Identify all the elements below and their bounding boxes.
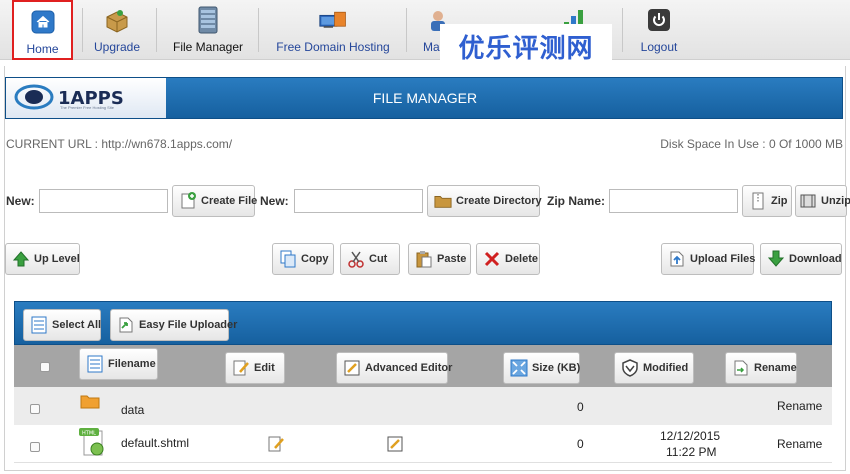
column-filename[interactable]: Filename <box>79 348 158 380</box>
filename-link[interactable]: data <box>121 403 144 417</box>
file-table-toolbar: Select All Easy File Uploader <box>14 301 832 345</box>
paste-clipboard-icon <box>415 250 433 268</box>
nav-divider <box>156 8 157 52</box>
rename-link[interactable]: Rename <box>777 399 822 413</box>
column-modified[interactable]: Modified <box>614 352 694 384</box>
nav-home[interactable]: Home <box>12 0 73 60</box>
nav-upgrade[interactable]: Upgrade <box>86 0 148 60</box>
column-edit[interactable]: Edit <box>225 352 285 384</box>
download-button[interactable]: Download <box>760 243 842 275</box>
new-directory-label: New: <box>260 194 289 208</box>
nav-free-domain-hosting[interactable]: Free Domain Hosting <box>270 0 396 60</box>
delete-x-icon <box>483 250 501 268</box>
scissors-icon <box>347 250 365 268</box>
folder-icon <box>434 192 452 210</box>
top-navigation: Home Upgrade File Manager Free Domain Ho… <box>0 0 850 60</box>
easy-file-uploader-button[interactable]: Easy File Uploader <box>110 309 237 341</box>
filename-link[interactable]: default.shtml <box>121 436 189 450</box>
row-checkbox[interactable] <box>30 442 40 452</box>
delete-button[interactable]: Delete <box>476 243 540 275</box>
upload-icon <box>668 250 686 268</box>
modified-shield-icon <box>621 359 639 377</box>
watermark-overlay: 优乐评测网 <box>440 24 612 68</box>
zip-name-input[interactable] <box>609 189 738 213</box>
page-title: FILE MANAGER <box>372 90 478 106</box>
download-arrow-icon <box>767 250 785 268</box>
paste-button[interactable]: Paste <box>408 243 471 275</box>
new-file-input[interactable] <box>39 189 168 213</box>
up-level-button[interactable]: Up Level <box>5 243 80 275</box>
table-row: HTML default.shtml 0 12/12/2015 11:22 PM… <box>14 425 832 463</box>
create-directory-button[interactable]: Create Directory <box>427 185 542 217</box>
column-size[interactable]: Size (KB) <box>503 352 580 384</box>
zip-name-label: Zip Name: <box>547 194 606 208</box>
table-row: data 0 Rename <box>14 387 832 425</box>
select-list-icon <box>30 316 48 334</box>
unzip-button[interactable]: Unzip <box>795 185 850 217</box>
file-table-header: Filename Edit Advanced Editor Size (KB) … <box>14 345 832 387</box>
edit-pencil-icon <box>232 359 250 377</box>
size-icon <box>510 359 528 377</box>
rename-link[interactable]: Rename <box>777 437 822 451</box>
column-advanced-editor[interactable]: Advanced Editor <box>336 352 452 384</box>
copy-icon <box>279 250 297 268</box>
copy-button[interactable]: Copy <box>272 243 334 275</box>
modified-time: 11:22 PM <box>666 445 717 459</box>
nav-file-manager[interactable]: File Manager <box>166 0 250 60</box>
nav-logout[interactable]: Logout <box>634 0 684 60</box>
disk-space: Disk Space In Use : 0 Of 1000 MB <box>660 137 843 151</box>
edit-pencil-icon[interactable] <box>267 435 285 456</box>
new-directory-input[interactable] <box>294 189 423 213</box>
easy-upload-icon <box>117 316 135 334</box>
zip-button[interactable]: Zip <box>742 185 792 217</box>
select-all-checkbox[interactable] <box>40 362 50 372</box>
column-rename[interactable]: Rename <box>725 352 797 384</box>
home-icon <box>29 8 57 36</box>
nav-divider <box>82 8 83 52</box>
new-file-label: New: <box>6 194 35 208</box>
advanced-editor-icon <box>343 359 361 377</box>
advanced-editor-icon[interactable] <box>386 435 404 456</box>
filename-list-icon <box>86 355 104 373</box>
zip-icon <box>749 192 767 210</box>
nav-divider <box>406 8 407 52</box>
current-url: CURRENT URL : http://wn678.1apps.com/ <box>6 137 233 151</box>
cut-button[interactable]: Cut <box>340 243 400 275</box>
unzip-icon <box>799 192 817 210</box>
row-checkbox[interactable] <box>30 404 40 414</box>
up-arrow-icon <box>12 250 30 268</box>
file-size: 0 <box>577 437 584 451</box>
svg-text:HTML: HTML <box>82 431 96 437</box>
upload-files-button[interactable]: Upload Files <box>661 243 755 275</box>
html-file-icon: HTML <box>78 427 108 462</box>
modified-date: 12/12/2015 <box>660 429 721 443</box>
new-file-icon <box>179 192 197 210</box>
folder-icon <box>80 393 100 412</box>
nav-divider <box>258 8 259 52</box>
select-all-button[interactable]: Select All <box>23 309 101 341</box>
domain-hosting-icon <box>319 6 347 34</box>
server-icon <box>194 6 222 34</box>
file-size: 0 <box>577 400 584 414</box>
rename-icon <box>732 359 750 377</box>
power-icon <box>645 6 673 34</box>
nav-divider <box>622 8 623 52</box>
upgrade-box-icon <box>103 6 131 34</box>
create-file-button[interactable]: Create File <box>172 185 257 217</box>
file-manager-banner: 1APPS The Premier Free Hosting Site FILE… <box>5 77 843 119</box>
